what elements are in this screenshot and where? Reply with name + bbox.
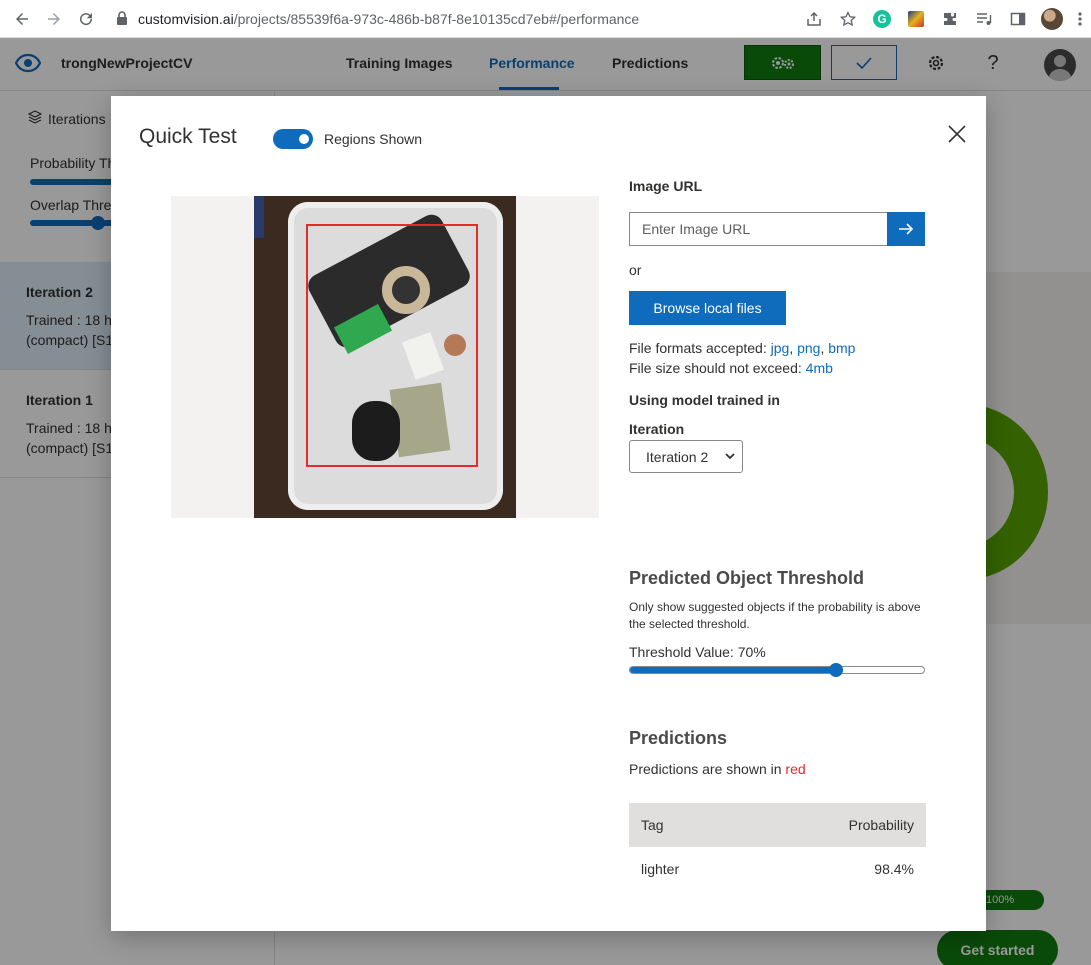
prediction-probability: 98.4% [874, 861, 914, 877]
media-queue-icon[interactable] [967, 0, 1001, 38]
url-path: /projects/85539f6a-973c-486b-b87f-8e1013… [233, 11, 640, 27]
file-size-line: File size should not exceed: 4mb [629, 360, 833, 376]
extension-square-icon[interactable] [899, 0, 933, 38]
predictions-title: Predictions [629, 728, 728, 748]
predictions-color-word: red [785, 761, 806, 777]
image-url-group [629, 212, 925, 246]
column-tag: Tag [641, 817, 664, 833]
model-heading: Using model trained in [629, 392, 780, 408]
back-icon[interactable] [6, 3, 38, 35]
regions-shown-toggle[interactable] [273, 129, 313, 149]
more-menu-icon[interactable] [1069, 0, 1091, 38]
threshold-slider-thumb[interactable] [828, 663, 843, 677]
side-panel-icon[interactable] [1001, 0, 1035, 38]
lock-icon [116, 10, 128, 28]
dialog-title: Quick Test [139, 125, 237, 148]
threshold-title: Predicted Object Threshold [629, 568, 865, 588]
column-probability: Probability [848, 817, 914, 833]
file-size-value: 4mb [805, 360, 833, 376]
browse-local-files-button[interactable]: Browse local files [629, 291, 786, 325]
prediction-tag: lighter [641, 861, 680, 877]
grammarly-icon[interactable]: G [865, 0, 899, 38]
address-bar[interactable]: customvision.ai/projects/85539f6a-973c-4… [108, 5, 863, 33]
prediction-bounding-box [306, 224, 478, 467]
reload-icon[interactable] [70, 3, 102, 35]
star-icon[interactable] [831, 0, 865, 38]
puzzle-icon[interactable] [933, 0, 967, 38]
toggle-knob [299, 134, 309, 144]
threshold-slider[interactable] [629, 663, 925, 677]
close-icon[interactable] [945, 122, 969, 146]
iteration-select[interactable]: Iteration 2 [629, 440, 743, 473]
or-text: or [629, 262, 642, 278]
submit-url-button[interactable] [887, 212, 925, 246]
image-url-label: Image URL [629, 178, 703, 194]
test-image-frame [171, 196, 599, 518]
threshold-description: Only show suggested objects if the proba… [629, 600, 921, 631]
iteration-label: Iteration [629, 421, 685, 437]
threshold-value-label: Threshold Value: 70% [629, 644, 766, 660]
share-icon[interactable] [797, 0, 831, 38]
test-image [254, 196, 516, 518]
format-png: png [797, 340, 821, 356]
format-jpg: jpg [770, 340, 790, 356]
predictions-table: Tag Probability lighter 98.4% [629, 803, 926, 891]
arrow-right-icon [899, 223, 914, 235]
table-row: lighter 98.4% [629, 847, 926, 891]
regions-shown-label: Regions Shown [324, 131, 423, 147]
forward-icon[interactable] [38, 3, 70, 35]
predictions-note: Predictions are shown in red [629, 761, 806, 777]
predictions-note-prefix: Predictions are shown in [629, 761, 786, 777]
browser-toolbar: customvision.ai/projects/85539f6a-973c-4… [0, 0, 1091, 38]
format-bmp: bmp [828, 340, 856, 356]
profile-avatar[interactable] [1035, 0, 1069, 38]
chevron-down-icon [724, 449, 736, 465]
quick-test-dialog: Quick Test Regions Shown Image URL or Br… [111, 96, 986, 931]
file-formats-prefix: File formats accepted: [629, 340, 771, 356]
threshold-slider-fill [630, 667, 836, 673]
file-size-prefix: File size should not exceed: [629, 360, 806, 376]
file-formats-line: File formats accepted: jpg, png, bmp [629, 340, 856, 356]
url-host: customvision.ai [138, 11, 234, 27]
image-url-input[interactable] [629, 212, 887, 246]
iteration-selected-value: Iteration 2 [646, 448, 709, 465]
table-header: Tag Probability [629, 803, 926, 847]
